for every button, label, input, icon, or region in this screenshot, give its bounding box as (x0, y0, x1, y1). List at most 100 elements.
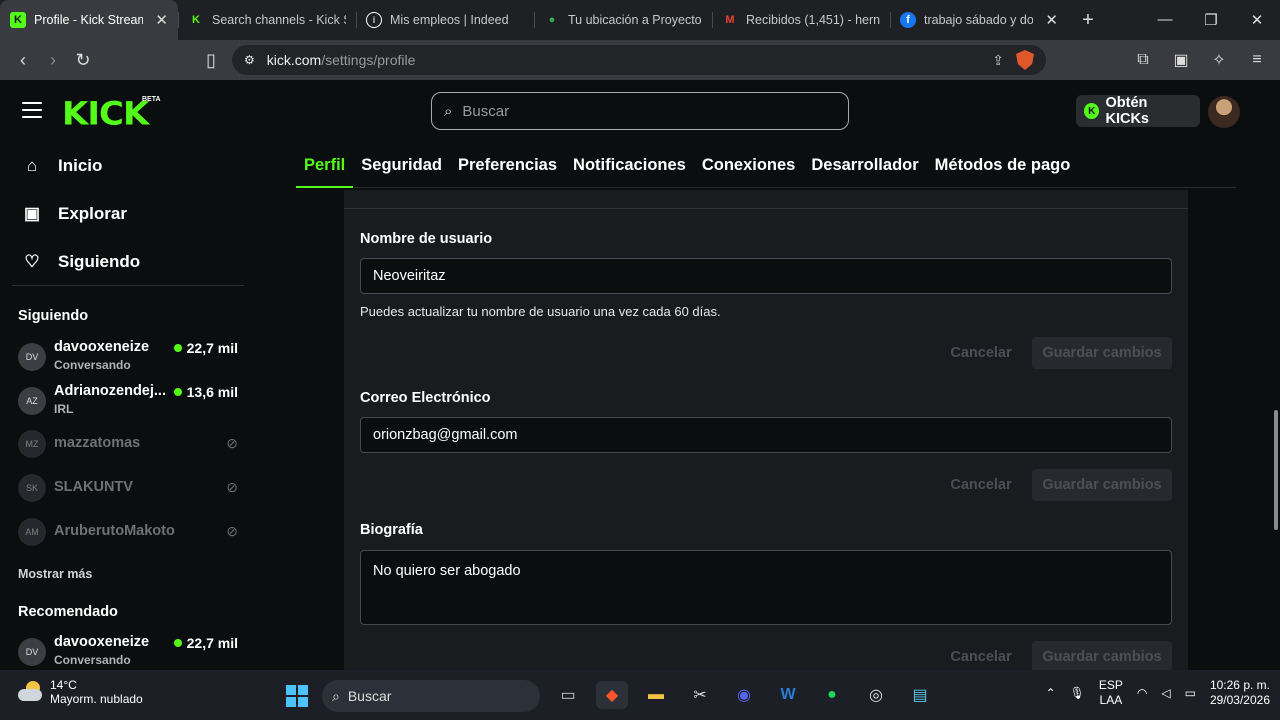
kick-logo[interactable]: KICK (62, 95, 149, 133)
file-explorer-icon[interactable]: ▬ (640, 681, 672, 709)
leo-ai-icon[interactable]: ✧ (1204, 45, 1234, 75)
microphone-icon[interactable]: 🎙 (1070, 686, 1085, 700)
window-controls: — ❐ ✕ (1142, 11, 1280, 29)
heart-icon: ♡ (24, 252, 40, 271)
sidebar-item-following[interactable]: ♡ Siguiendo (22, 252, 140, 272)
volume-icon[interactable]: ◁ (1161, 686, 1170, 700)
new-tab-button[interactable]: + (1068, 9, 1108, 32)
clock-date: 29/03/2026 (1209, 693, 1270, 707)
viewer-count-text: 13,6 mil (186, 384, 238, 400)
search-icon: ⌕ (332, 687, 340, 704)
address-bar[interactable]: ⚙ kick.com/settings/profile ⇪ (232, 45, 1046, 75)
close-tab-icon[interactable]: ✕ (155, 11, 168, 29)
word-icon[interactable]: W (772, 681, 804, 709)
following-section-title: Siguiendo (18, 308, 89, 324)
discord-icon[interactable]: ◉ (728, 681, 760, 709)
minimize-icon[interactable]: — (1142, 11, 1188, 29)
tab-payment-methods[interactable]: Métodos de pago (927, 144, 1079, 188)
email-cancel-button[interactable]: Cancelar (942, 469, 1020, 501)
tab-security[interactable]: Seguridad (353, 144, 450, 188)
close-tab-icon[interactable]: ✕ (1045, 11, 1058, 29)
url-path: /settings/profile (321, 52, 416, 68)
channel-item[interactable]: AM AruberutoMakoto ⊘ (18, 514, 240, 550)
wallet-icon[interactable]: ▣ (1166, 45, 1196, 75)
username-field[interactable]: Neoveiritaz (360, 258, 1172, 294)
channel-item[interactable]: AZ Adrianozendej... IRL 13,6 mil (18, 383, 240, 419)
battery-icon[interactable]: ▭ (1185, 686, 1196, 700)
wifi-icon[interactable]: ◠ (1137, 686, 1147, 700)
browser-tab-kick-search[interactable]: K Search channels - Kick S (178, 0, 356, 40)
search-input[interactable]: ⌕ Buscar (431, 92, 849, 130)
channel-item[interactable]: DV davooxeneize Conversando 22,7 mil (18, 634, 240, 670)
username-save-button[interactable]: Guardar cambios (1032, 337, 1172, 369)
sidebar-item-home[interactable]: ⌂ Inicio (22, 156, 103, 176)
taskbar-search-placeholder: Buscar (347, 688, 392, 704)
browser-tab-maps[interactable]: ● Tu ubicación a Proyecto (534, 0, 712, 40)
share-icon[interactable]: ⇪ (992, 52, 1004, 69)
bio-textarea[interactable]: No quiero ser abogado (360, 550, 1172, 625)
browser-toolbar: ‹ › ↻ ▯ ⚙ kick.com/settings/profile ⇪ ⧉ … (0, 40, 1280, 80)
notepad-icon[interactable]: ▤ (904, 681, 936, 709)
restore-icon[interactable]: ❐ (1188, 11, 1234, 29)
channel-avatar: DV (18, 638, 46, 666)
email-save-button[interactable]: Guardar cambios (1032, 469, 1172, 501)
channel-name: davooxeneize (54, 634, 150, 650)
browser-tab-gmail[interactable]: M Recibidos (1,451) - hern (712, 0, 890, 40)
keyboard-layout: LAA (1099, 693, 1123, 707)
page-scrollbar[interactable] (1274, 410, 1278, 530)
url-host: kick.com (266, 52, 322, 68)
weather-widget[interactable]: 14°C Mayorm. nublado (18, 678, 143, 706)
site-info-icon[interactable]: ⚙ (244, 53, 255, 67)
show-hidden-icons-icon[interactable]: ⌃ (1046, 686, 1056, 700)
obs-icon[interactable]: ◎ (860, 681, 892, 709)
channel-item[interactable]: MZ mazzatomas ⊘ (18, 426, 240, 462)
bookmark-icon[interactable]: ▯ (196, 45, 226, 75)
tab-preferences[interactable]: Preferencias (450, 144, 565, 188)
language-indicator[interactable]: ESP LAA (1099, 678, 1123, 708)
channel-name: SLAKUNTV (54, 479, 133, 495)
channel-item[interactable]: DV davooxeneize Conversando 22,7 mil (18, 339, 240, 375)
taskbar-search[interactable]: ⌕ Buscar (322, 680, 540, 712)
tab-profile[interactable]: Perfil (296, 144, 354, 188)
snipping-tool-icon[interactable]: ✂ (684, 681, 716, 709)
email-field[interactable]: orionzbag@gmail.com (360, 417, 1172, 453)
viewer-count-text: 22,7 mil (186, 635, 238, 651)
channel-item[interactable]: SK SLAKUNTV ⊘ (18, 470, 240, 506)
tab-title: Tu ubicación a Proyecto (568, 13, 702, 27)
browser-tab-facebook[interactable]: f trabajo sábado y domin ✕ (890, 0, 1068, 40)
tab-connections[interactable]: Conexiones (694, 144, 804, 188)
show-more-link[interactable]: Mostrar más (18, 567, 92, 581)
task-view-icon[interactable]: ▭ (552, 681, 584, 709)
sidebar-item-explore[interactable]: ▣ Explorar (22, 204, 127, 224)
windows-start-icon[interactable] (286, 685, 308, 707)
tab-developer[interactable]: Desarrollador (803, 144, 926, 188)
browser-tab-indeed[interactable]: i Mis empleos | Indeed (356, 0, 534, 40)
spotify-icon[interactable]: ● (816, 681, 848, 709)
forward-icon[interactable]: › (38, 45, 68, 75)
tab-title: trabajo sábado y domin (924, 13, 1034, 27)
language-code: ESP (1098, 678, 1123, 692)
back-icon[interactable]: ‹ (8, 45, 38, 75)
reload-icon[interactable]: ↻ (68, 45, 98, 75)
user-avatar[interactable] (1208, 96, 1240, 128)
brave-browser-icon[interactable]: ◆ (596, 681, 628, 709)
brave-shield-icon[interactable] (1016, 50, 1034, 70)
home-icon: ⌂ (26, 156, 38, 175)
bio-cancel-button[interactable]: Cancelar (942, 641, 1020, 673)
close-window-icon[interactable]: ✕ (1234, 11, 1280, 29)
clock[interactable]: 10:26 p. m. 29/03/2026 (1210, 678, 1270, 708)
username-cancel-button[interactable]: Cancelar (942, 337, 1020, 369)
facebook-favicon-icon: f (900, 12, 916, 28)
panel-divider (344, 208, 1188, 209)
get-kicks-button[interactable]: K Obtén KICKs (1076, 95, 1200, 127)
extensions-icon[interactable]: ⧉ (1128, 45, 1158, 75)
channel-avatar: AZ (18, 387, 46, 415)
settings-tabs: Perfil Seguridad Preferencias Notificaci… (296, 144, 1236, 188)
gmail-favicon-icon: M (725, 14, 735, 26)
tab-notifications[interactable]: Notificaciones (565, 144, 694, 188)
bio-save-button[interactable]: Guardar cambios (1032, 641, 1172, 673)
live-dot-icon (173, 639, 182, 647)
menu-icon[interactable]: ≡ (1242, 45, 1272, 75)
hamburger-menu-icon[interactable] (22, 102, 42, 118)
browser-tab-kick-profile[interactable]: K Profile - Kick Stream ✕ (0, 0, 178, 40)
